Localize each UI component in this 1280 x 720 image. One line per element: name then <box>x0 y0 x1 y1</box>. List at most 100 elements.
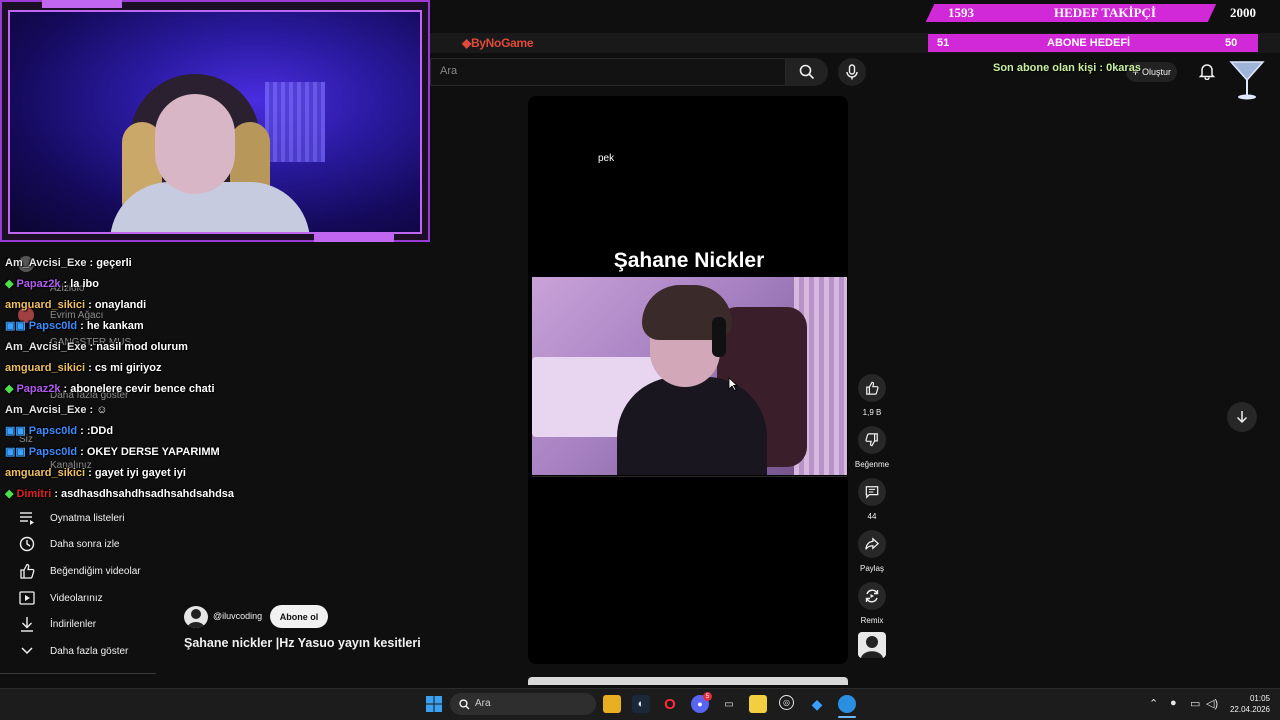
search-placeholder: Ara <box>440 65 458 77</box>
chat-username[interactable]: Am_Avcisi_Exe <box>5 341 87 353</box>
chat-text: : he kankam <box>80 319 144 332</box>
channel-name[interactable]: @iluvcoding <box>213 611 262 621</box>
active-app-indicator <box>838 716 856 718</box>
chat-text: : :DDd <box>80 424 114 437</box>
profile-avatar[interactable] <box>1228 58 1266 107</box>
clock-date: 22.04.2026 <box>1229 705 1270 714</box>
clock[interactable]: 01:05 22.04.2026 <box>1226 693 1270 715</box>
clip-headphones <box>712 317 726 357</box>
gamepad-icon[interactable]: ▭ <box>720 695 738 713</box>
chat-text: : onaylandi <box>88 298 147 311</box>
follower-goal-current: 1593 <box>948 5 974 20</box>
mic-icon[interactable]: ● <box>1170 697 1177 709</box>
frame-decoration <box>314 234 394 242</box>
chat-message: Am_Avcisi_Exe: nasil mod olurum <box>5 336 188 357</box>
share-button[interactable] <box>858 530 886 558</box>
sub-goal-current: 51 <box>937 37 950 49</box>
sub-goal-target: 50 <box>1225 37 1238 49</box>
sidebar-item-your-videos[interactable]: Videolarınız <box>0 585 160 611</box>
subscribe-button[interactable]: Abone ol <box>270 605 328 628</box>
chat-username[interactable]: Am_Avcisi_Exe <box>5 257 87 269</box>
chat-message: amguard_sikici: cs mi giriyoz <box>5 357 161 378</box>
chat-username[interactable]: Papsc0ld <box>29 425 77 437</box>
chat-text: : la ibo <box>63 277 99 290</box>
video-icon <box>18 589 36 607</box>
comments-button[interactable] <box>858 478 886 506</box>
sidebar-item-label: İndirilenler <box>50 618 97 630</box>
chevron-up-icon[interactable]: ⌃ <box>1149 697 1158 710</box>
chat-username[interactable]: amguard_sikici <box>5 299 85 311</box>
webcam-background-radiator <box>265 82 325 162</box>
sidebar-item-label: Beğendiğim videolar <box>50 565 141 577</box>
bynogame-logo: ◆ByNoGame <box>462 36 534 50</box>
download-icon <box>18 615 36 633</box>
sidebar-item-label: Daha fazla göster <box>50 645 129 657</box>
edge-icon[interactable] <box>838 695 856 713</box>
opera-icon[interactable]: O <box>661 695 679 713</box>
chat-badge-icon: ◆ <box>5 383 14 395</box>
thumb-up-icon <box>866 381 879 395</box>
next-short-preview[interactable] <box>528 677 848 685</box>
clip-person-body <box>617 377 767 475</box>
taskbar-search[interactable] <box>450 693 596 715</box>
chat-username[interactable]: amguard_sikici <box>5 362 85 374</box>
chat-username[interactable]: amguard_sikici <box>5 467 85 479</box>
volume-icon[interactable]: ◁) <box>1206 697 1218 710</box>
channel-avatar-icon <box>187 609 205 628</box>
follower-goal: 1593 HEDEF TAKİPÇİ 2000 <box>930 4 1280 22</box>
sourcetree-icon[interactable]: ◆ <box>808 695 826 713</box>
chat-username[interactable]: Papsc0ld <box>29 446 77 458</box>
sidebar-item-label: Videolarınız <box>50 592 103 604</box>
sidebar-divider <box>0 673 156 674</box>
steam-icon[interactable]: ◐ <box>632 695 650 713</box>
sub-goal-label: ABONE HEDEFİ <box>1047 37 1131 49</box>
start-button[interactable] <box>426 696 442 717</box>
clip-divider <box>532 476 847 477</box>
network-icon[interactable]: ▭ <box>1190 697 1200 710</box>
sub-goal: 51 ABONE HEDEFİ 50 <box>928 34 1258 52</box>
voice-search-button[interactable] <box>838 58 866 86</box>
obs-icon[interactable]: ◎ <box>779 695 794 710</box>
sidebar-item-show-more[interactable]: Daha fazla göster <box>0 638 160 664</box>
sidebar-item-playlists[interactable]: Oynatma listeleri <box>0 505 160 531</box>
channel-avatar[interactable] <box>184 606 208 628</box>
chat-username[interactable]: Papsc0ld <box>29 320 77 332</box>
like-button[interactable] <box>858 374 886 402</box>
search-icon <box>799 64 815 80</box>
next-short-button[interactable] <box>1227 402 1257 432</box>
arrow-down-icon <box>1236 411 1248 424</box>
chat-message: amguard_sikici: onaylandi <box>5 294 146 315</box>
sidebar-item-watch-later[interactable]: Daha sonra izle <box>0 531 160 557</box>
chat-message: ◆ Papaz2k: abonelere cevir bence chati <box>5 378 215 399</box>
windows-logo-icon <box>426 696 442 712</box>
remix-button[interactable] <box>858 582 886 610</box>
channel-avatar-icon <box>861 636 883 658</box>
dislike-button[interactable] <box>858 426 886 454</box>
notes-app-icon[interactable] <box>749 695 767 713</box>
screen: 1593 HEDEF TAKİPÇİ 2000 51 ABONE HEDEFİ … <box>0 0 1280 720</box>
thumb-down-icon <box>865 433 878 447</box>
sidebar-item-label: Oynatma listeleri <box>50 512 125 524</box>
search-button[interactable] <box>786 58 828 86</box>
comment-icon <box>865 486 879 499</box>
chat-username[interactable]: Dimitri <box>16 488 51 500</box>
sidebar-item-liked-videos[interactable]: Beğendiğim videolar <box>0 558 160 584</box>
shorts-clip-video <box>532 277 847 475</box>
chat-text: : OKEY DERSE YAPARIMM <box>80 445 220 458</box>
video-title[interactable]: Şahane nickler |Hz Yasuo yayın kesitleri <box>184 636 421 650</box>
create-label: Oluştur <box>1142 67 1172 77</box>
bell-icon <box>1198 64 1216 81</box>
notifications-button[interactable] <box>1198 62 1216 85</box>
follower-goal-target: 2000 <box>1230 5 1256 20</box>
sound-avatar[interactable] <box>858 632 886 658</box>
file-explorer-icon[interactable] <box>603 695 621 713</box>
mouse-cursor-icon <box>728 377 739 396</box>
chat-username[interactable]: Am_Avcisi_Exe <box>5 404 87 416</box>
chat-username[interactable]: Papaz2k <box>16 278 60 290</box>
chat-username[interactable]: Papaz2k <box>16 383 60 395</box>
sidebar-item-downloads[interactable]: İndirilenler <box>0 611 160 637</box>
discord-badge: 5 <box>703 692 712 701</box>
search-input[interactable] <box>430 58 786 86</box>
chevron-down-icon <box>18 642 36 660</box>
chat-badge-icon: ▣▣ <box>5 320 26 332</box>
